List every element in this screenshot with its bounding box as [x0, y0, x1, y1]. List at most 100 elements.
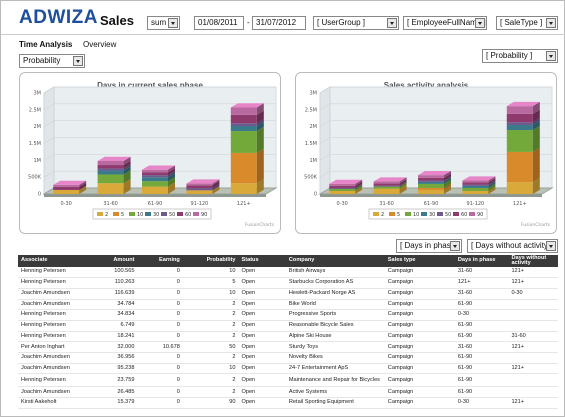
col-probability[interactable]: Probability: [182, 255, 239, 267]
x-tick-label: 0-30: [61, 201, 72, 207]
employee-filter-value: [ EmployeeFullName ]: [407, 18, 486, 27]
date-to-input[interactable]: 31/07/2012: [252, 16, 306, 30]
usergroup-filter[interactable]: [ UserGroup ]: [313, 16, 399, 30]
table-cell: Open: [238, 363, 286, 375]
col-amount[interactable]: Amount: [92, 255, 138, 267]
table-row[interactable]: Joachim Amundsen 36.956 0 2 Open Novelty Bike…: [18, 352, 558, 364]
table-cell: 0: [137, 363, 183, 375]
table-cell: [508, 386, 558, 399]
tab-time-analysis[interactable]: Time Analysis: [19, 40, 72, 49]
date-from-input[interactable]: 01/08/2011: [194, 16, 244, 30]
bar-segment: [329, 190, 356, 194]
table-cell: [508, 320, 558, 332]
legend-label: 90: [201, 212, 207, 218]
table-cell: 50: [182, 341, 239, 353]
table-row[interactable]: Joachim Amundsen 116.639 0 10 Open Hewlett-Pa…: [18, 288, 558, 300]
table-row[interactable]: Joachim Amundsen 26.485 0 2 Open Active Syste…: [18, 386, 558, 399]
legend-swatch: [373, 212, 379, 216]
chevron-down-icon[interactable]: [546, 18, 556, 28]
chevron-down-icon[interactable]: [546, 241, 556, 251]
chevron-down-icon[interactable]: [450, 241, 460, 251]
legend-label: 50: [169, 212, 175, 218]
table-cell: 0-30: [508, 288, 558, 300]
table-cell: Henning Petersen: [18, 320, 93, 332]
col-days-in-phase[interactable]: Days in phase: [454, 255, 509, 267]
x-tick-label: 31-60: [379, 201, 394, 207]
legend-label: 2: [105, 212, 108, 218]
chevron-down-icon[interactable]: [546, 51, 556, 61]
employee-filter[interactable]: [ EmployeeFullName ]: [403, 16, 487, 30]
chevron-down-icon[interactable]: [168, 18, 178, 28]
col-associate[interactable]: Associate: [18, 255, 93, 267]
table-cell: 10.678: [137, 341, 183, 353]
x-tick-label: 61-90: [424, 201, 439, 207]
table-cell: 0: [137, 373, 183, 388]
table-row[interactable]: Per Anton Inghart 32.000 10.678 50 Open Sturd…: [18, 341, 558, 353]
y-tick-label: 3M: [310, 91, 318, 97]
col-sales-type[interactable]: Sales type: [384, 255, 455, 267]
bar-segment-side: [256, 148, 264, 184]
table-cell: 61-90: [454, 320, 509, 332]
table-cell: Henning Petersen: [18, 267, 93, 279]
chevron-down-icon[interactable]: [475, 18, 485, 28]
table-cell: Sturdy Toys: [285, 341, 385, 353]
col-company[interactable]: Company: [285, 255, 385, 267]
x-tick-label: 91-120: [467, 201, 485, 207]
bar-segment: [329, 187, 356, 189]
bar-segment-side: [256, 126, 264, 153]
tab-overview[interactable]: Overview: [83, 40, 116, 49]
table-row[interactable]: Kirsti Aakeholt 15.379 0 90 Open Retail Sport…: [18, 397, 558, 409]
table-cell: Open: [238, 267, 286, 279]
table-cell: Campaign: [384, 309, 455, 321]
table-row[interactable]: Joachim Amundsen 95.238 0 10 Open 24-7 Entert…: [18, 363, 558, 375]
col-earning[interactable]: Earning: [137, 255, 183, 267]
table-cell: 0: [137, 277, 183, 289]
bar-segment: [329, 188, 356, 191]
table-row[interactable]: Henning Petersen 18.241 0 2 Open Alpine Ski H…: [18, 331, 558, 343]
days-without-activity-select[interactable]: [ Days without activity ]: [467, 239, 558, 253]
table-cell: 2: [182, 331, 239, 343]
legend-label: 5: [121, 212, 124, 218]
y-tick-label: 2.5M: [305, 107, 317, 113]
bar-segment: [418, 187, 444, 190]
table-cell: Campaign: [384, 373, 455, 388]
bar-segment: [462, 180, 489, 183]
table-cell: 0-30: [454, 309, 509, 321]
bar-segment: [329, 183, 356, 186]
table-cell: 24-7 Entertainment ApS: [285, 363, 385, 375]
legend-swatch: [113, 212, 119, 216]
legend-swatch: [129, 212, 135, 216]
table-row[interactable]: Joachim Amundsen 34.784 0 2 Open Bike World Ca…: [18, 299, 558, 311]
table-cell: Campaign: [384, 277, 455, 289]
table-cell: 26.485: [92, 386, 138, 399]
table-cell: Active Systems: [285, 386, 385, 399]
chevron-down-icon[interactable]: [73, 56, 83, 66]
bar-segment: [506, 151, 533, 183]
table-row[interactable]: Henning Petersen 100.565 0 10 Open British Ai…: [18, 267, 558, 279]
table-row[interactable]: Henning Petersen 110.263 0 5 Open Starbucks C…: [18, 277, 558, 289]
table-row[interactable]: Henning Petersen 23.759 0 2 Open Maintenance …: [18, 373, 558, 388]
bar-segment: [373, 183, 400, 186]
table-cell: Kirsti Aakeholt: [18, 397, 93, 409]
y-tick-label: 1.5M: [29, 141, 41, 147]
chevron-down-icon[interactable]: [387, 18, 397, 28]
table-cell: Campaign: [384, 331, 455, 343]
bar-segment: [186, 188, 213, 191]
days-in-phase-select[interactable]: [ Days in phase ]: [396, 239, 462, 253]
probability-select[interactable]: Probability: [19, 54, 85, 68]
col-days-without-activity[interactable]: Days without activity: [508, 255, 558, 267]
table-cell: 2: [182, 299, 239, 311]
saletype-filter-value: [ SaleType ]: [500, 18, 543, 27]
probability-filter-right[interactable]: [ Probability ]: [482, 49, 558, 63]
table-cell: 100.565: [92, 267, 138, 279]
table-row[interactable]: Henning Petersen 34.834 0 2 Open Progressive …: [18, 309, 558, 321]
saletype-filter[interactable]: [ SaleType ]: [496, 16, 558, 30]
legend-swatch: [389, 212, 395, 216]
measure-select[interactable]: sum: [147, 16, 180, 30]
table-cell: 32.000: [92, 341, 138, 353]
table-cell: [508, 309, 558, 321]
col-status[interactable]: Status: [238, 255, 286, 267]
legend-label: 50: [445, 212, 451, 218]
table-row[interactable]: Henning Petersen 6.749 0 2 Open Reasonable Bi…: [18, 320, 558, 332]
table-cell: Joachim Amundsen: [18, 363, 93, 375]
